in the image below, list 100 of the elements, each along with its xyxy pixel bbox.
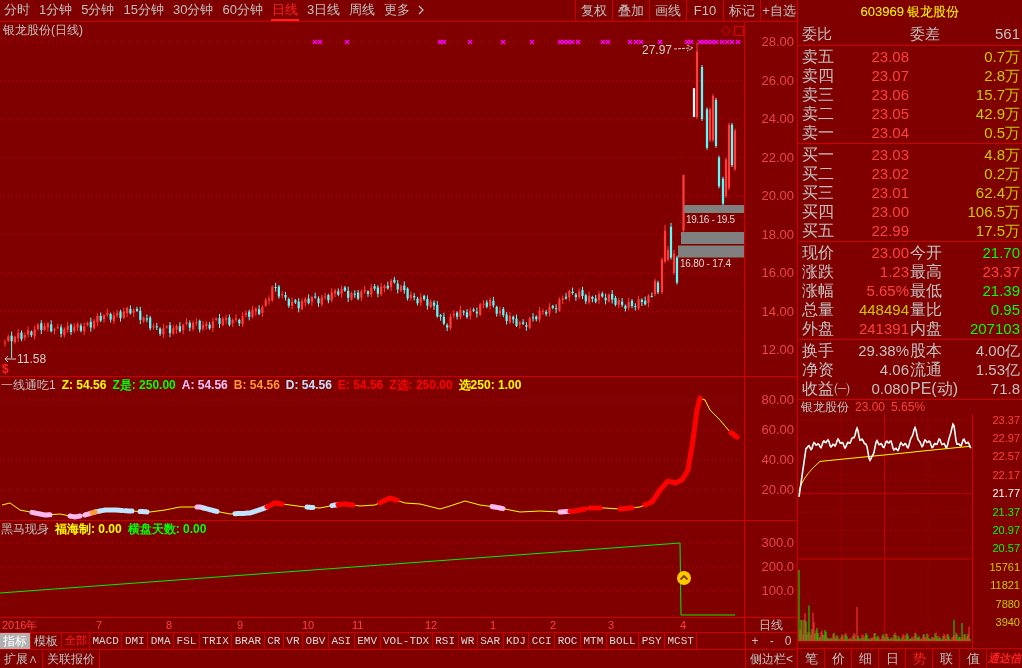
axis-label: 22.97 (992, 431, 1020, 445)
brand-label: 通达信 (988, 653, 1021, 664)
axis-label: 100.0 (761, 584, 794, 598)
stat-label: 涨跌 (802, 263, 834, 280)
indicator-tab[interactable]: TRIX (199, 633, 233, 649)
toolbar-button[interactable]: 标记 (723, 0, 760, 21)
indicator-value: E: 54.56 (337, 378, 384, 392)
order-price: 23.04 (871, 125, 909, 140)
zoom-button[interactable]: 0 (781, 633, 795, 649)
indicator-tab[interactable]: PSY (639, 633, 665, 649)
stat-label: 最高 (909, 263, 942, 280)
period-tab[interactable]: 15分钟 (122, 0, 165, 21)
axis-label: 22.57 (992, 450, 1020, 464)
indicator-value: D: 54.56 (285, 378, 332, 392)
side-tab[interactable]: 联 (933, 649, 960, 668)
indicator-tab[interactable]: ROC (555, 633, 581, 649)
order-label: 买五 (802, 222, 834, 239)
toolbar-button[interactable]: +自选 (760, 0, 797, 21)
order-volume: 62.4万 (975, 185, 1021, 200)
stat-value: 448494 (858, 302, 909, 317)
indicator-tab[interactable]: MACD (90, 633, 123, 649)
stat-label: 股本 (909, 342, 942, 359)
order-price: 23.03 (871, 147, 909, 162)
order-label: 买四 (802, 203, 834, 220)
chevron-right-icon[interactable] (418, 4, 425, 15)
indicator-tab[interactable]: VOL-TDX (380, 633, 433, 649)
indicator-tab[interactable]: DMI (122, 633, 149, 649)
order-label: 卖二 (802, 105, 834, 122)
toolbar-button[interactable]: 画线 (649, 0, 686, 21)
date-label: 2016年 (2, 618, 38, 632)
toolbar-button[interactable]: 复权 (575, 0, 612, 21)
indicator-tab[interactable]: MTM (581, 633, 607, 649)
side-tab[interactable]: 值 (960, 649, 987, 668)
stat-value: 5.65% (866, 283, 909, 298)
indicator-tab[interactable]: WR (458, 633, 478, 649)
indicator-tab[interactable]: SAR (477, 633, 504, 649)
stat-label: 净资 (802, 361, 834, 378)
order-volume: 0.5万 (984, 125, 1021, 140)
square-icon[interactable] (734, 26, 744, 36)
toolbar-button[interactable]: 叠加 (612, 0, 649, 21)
diamond-icon[interactable] (721, 26, 731, 36)
indicator-value: 福海制: 0.00 (55, 522, 122, 536)
side-tab[interactable]: 细 (852, 649, 879, 668)
period-tab[interactable]: 30分钟 (171, 0, 215, 21)
stat-label: 外盘 (802, 320, 834, 337)
axis-label: 20.97 (992, 523, 1020, 537)
indicator-tab[interactable]: CCI (529, 633, 556, 649)
period-tab[interactable]: 5分钟 (80, 0, 116, 21)
axis-label: 28.00 (761, 35, 794, 49)
side-tab[interactable]: 价 (825, 649, 852, 668)
axis-label: 11821 (990, 579, 1020, 593)
axis-label: 20.00 (761, 189, 794, 203)
indicator-tab[interactable]: BRAR (232, 633, 265, 649)
indicator-tab[interactable]: RSI (432, 633, 459, 649)
indicator-tab[interactable]: KDJ (503, 633, 530, 649)
indicator-value: A: 54.56 (181, 378, 228, 392)
order-price: 23.06 (871, 87, 909, 102)
period-tab[interactable]: 60分钟 (221, 0, 264, 21)
stat-value: 29.38% (858, 343, 909, 358)
period-tab[interactable]: 3日线 (305, 0, 342, 21)
order-volume: 0.2万 (984, 166, 1021, 181)
stat-value: 0.080 (871, 381, 909, 396)
side-tab[interactable]: 日 (879, 649, 906, 668)
period-tab[interactable]: 更多 (383, 0, 426, 21)
side-tab[interactable]: 笔 (798, 649, 825, 668)
axis-label: 18.00 (761, 227, 794, 242)
zoom-button[interactable]: + (748, 633, 762, 649)
indicator-tab[interactable]: FSL (174, 633, 200, 649)
axis-label: 20.57 (992, 542, 1020, 556)
period-tab[interactable]: 1分钟 (38, 0, 74, 21)
indicator-tab[interactable]: BOLL (606, 633, 640, 649)
indicator-tab[interactable]: MCST (665, 633, 698, 649)
bottom-bar-button[interactable]: 关联报价 (43, 650, 100, 668)
toolbar-button[interactable]: F10 (686, 0, 723, 21)
zoom-button[interactable]: - (766, 633, 777, 649)
indicator-tab[interactable]: ASI (328, 633, 355, 649)
stat-value: 241391 (858, 321, 909, 336)
stat-label: 最低 (909, 282, 942, 299)
last-price: 23.00 (855, 401, 886, 413)
indicator-tab[interactable]: DMA (148, 633, 175, 649)
order-price: 23.05 (871, 106, 909, 121)
stock-name: 银龙股份 (801, 401, 849, 413)
indicator-tab[interactable]: OBV (303, 633, 329, 649)
sidebar-toggle[interactable]: 侧边栏< (745, 650, 797, 668)
stat-value: 23.37 (982, 264, 1021, 279)
stat-value: 561 (994, 26, 1021, 41)
stat-label: 量比 (909, 301, 942, 318)
indicator-tab[interactable]: EMV (354, 633, 381, 649)
indicator-tab[interactable]: CR (264, 633, 284, 649)
view-tab[interactable]: 模板 (31, 633, 62, 649)
stat-value: 1.23 (879, 264, 909, 279)
bottom-bar-button[interactable]: 扩展∧ (0, 650, 43, 668)
period-tab[interactable]: 分时 (3, 0, 31, 21)
order-price: 23.01 (871, 185, 909, 200)
stat-value: 21.70 (982, 245, 1021, 260)
order-label: 卖四 (802, 67, 834, 84)
period-tab[interactable]: 周线 (348, 0, 377, 21)
chart-title: 银龙股份(日线) (3, 23, 83, 37)
indicator-tab[interactable]: VR (283, 633, 304, 649)
date-label: 2 (550, 618, 557, 632)
